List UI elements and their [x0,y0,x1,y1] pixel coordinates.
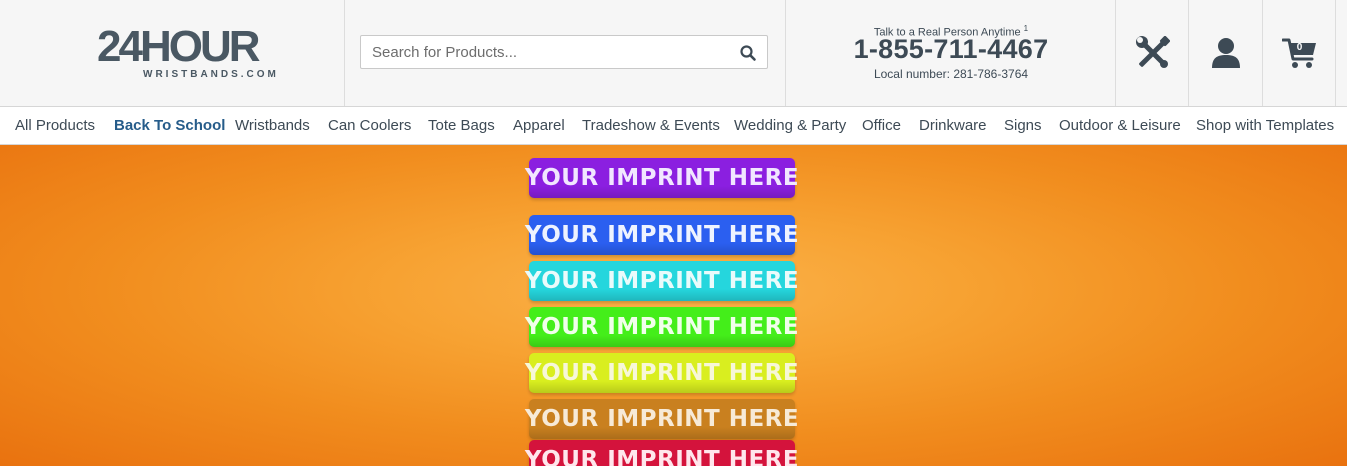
header-divider [344,0,345,106]
site-logo[interactable]: 24HOUR WRISTBANDS.COM [97,22,276,84]
logo-subtitle: WRISTBANDS.COM [143,69,279,80]
tools-button[interactable] [1116,0,1189,106]
account-button[interactable] [1189,0,1262,106]
wristband: YOUR IMPRINT HERE [525,215,799,255]
tools-icon [1135,36,1170,68]
search-icon[interactable] [739,44,757,62]
local-number: Local number: 281-786-3764 [873,67,1029,81]
main-nav: All Products Back To School Wristbands C… [0,107,1347,145]
nav-item-can-coolers[interactable]: Can Coolers [328,117,411,134]
nav-item-back-to-school[interactable]: Back To School [114,117,225,134]
contact-block: Talk to a Real Person Anytime 1 1-855-71… [786,0,1116,106]
wristband-imprint: YOUR IMPRINT HERE [524,360,800,386]
cart-count-badge: 0 [1296,42,1303,53]
nav-item-wedding-party[interactable]: Wedding & Party [734,117,846,134]
wristband-imprint: YOUR IMPRINT HERE [524,406,800,432]
nav-item-shop-with-templates[interactable]: Shop with Templates [1196,117,1334,134]
search-input[interactable] [361,36,731,68]
nav-item-apparel[interactable]: Apparel [513,117,565,134]
cart-button[interactable]: 0 [1263,0,1336,106]
nav-item-wristbands[interactable]: Wristbands [235,117,310,134]
wristband-imprint: YOUR IMPRINT HERE [524,314,800,340]
nav-item-signs[interactable]: Signs [1004,117,1042,134]
nav-item-outdoor-leisure[interactable]: Outdoor & Leisure [1059,117,1181,134]
search-box [360,35,768,69]
wristband: YOUR IMPRINT HERE [525,307,799,347]
user-icon [1211,38,1240,68]
wristband-imprint: YOUR IMPRINT HERE [524,447,800,466]
wristband: YOUR IMPRINT HERE [525,261,799,301]
wristband-imprint: YOUR IMPRINT HERE [524,165,800,191]
wristband: YOUR IMPRINT HERE [525,158,799,198]
nav-item-all-products[interactable]: All Products [15,117,95,134]
logo-wordmark: 24HOUR [97,22,260,71]
wristband: YOUR IMPRINT HERE [525,440,799,466]
wristband: YOUR IMPRINT HERE [525,353,799,393]
wristband-imprint: YOUR IMPRINT HERE [524,268,800,294]
contact-tagline-note: 1 [1023,24,1029,33]
nav-item-tradeshow-events[interactable]: Tradeshow & Events [582,117,720,134]
nav-item-office[interactable]: Office [862,117,901,134]
header-divider [1335,0,1336,106]
nav-item-tote-bags[interactable]: Tote Bags [428,117,495,134]
wristband: YOUR IMPRINT HERE [525,399,799,439]
wristband-imprint: YOUR IMPRINT HERE [524,222,800,248]
hero-banner[interactable]: YOUR IMPRINT HERE YOUR IMPRINT HERE YOUR… [0,145,1347,466]
nav-item-drinkware[interactable]: Drinkware [919,117,987,134]
phone-number[interactable]: 1-855-711-4467 [786,34,1116,65]
site-header: 24HOUR WRISTBANDS.COM Talk to a Real Per… [0,0,1347,107]
